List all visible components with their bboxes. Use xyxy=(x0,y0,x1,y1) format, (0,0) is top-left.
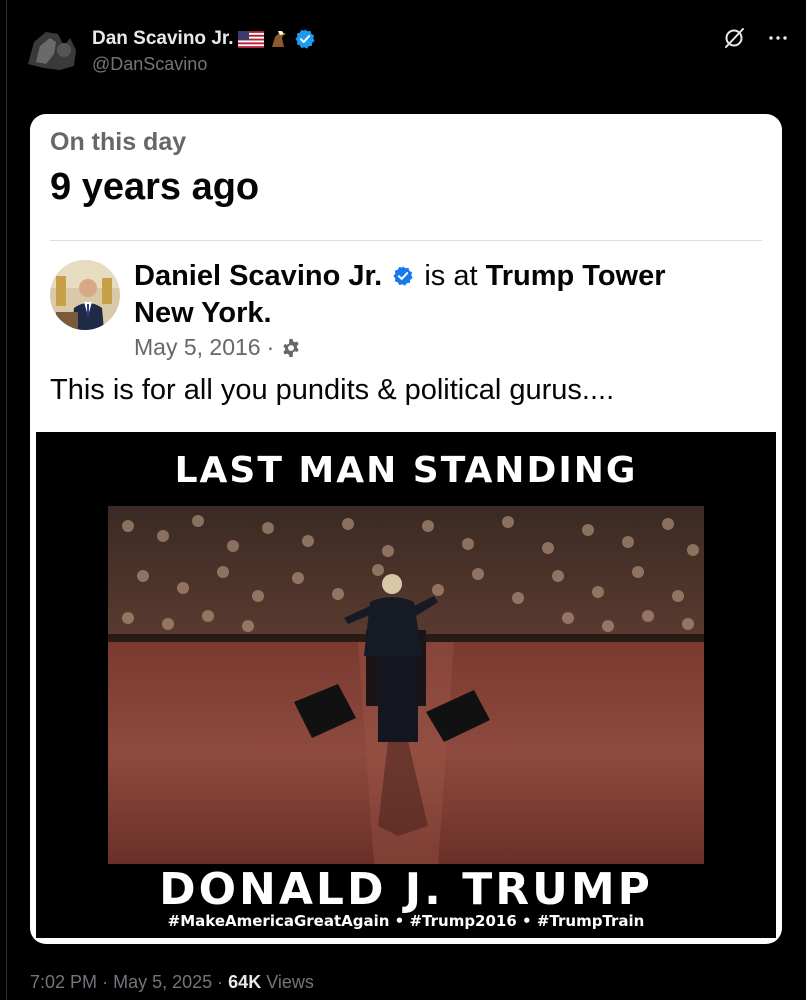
more-icon[interactable] xyxy=(766,26,790,50)
post-meta: May 5, 2016 · xyxy=(134,334,302,361)
footer-separator: · xyxy=(102,972,109,992)
author-handle[interactable]: @DanScavino xyxy=(92,54,207,75)
timeline-border xyxy=(6,0,7,1000)
views-label: Views xyxy=(266,972,314,992)
gear-icon xyxy=(283,338,299,357)
tweet-date[interactable]: May 5, 2025 xyxy=(113,972,212,992)
eagle-icon xyxy=(268,29,288,49)
verified-icon xyxy=(393,266,413,286)
poster-name: DONALD J. TRUMP xyxy=(159,864,653,915)
divider xyxy=(50,240,762,241)
rally-photo xyxy=(108,506,704,864)
is-at-text: is at xyxy=(424,260,478,292)
footer-separator: · xyxy=(217,972,224,992)
poster-hashtags: #MakeAmericaGreatAgain • #Trump2016 • #T… xyxy=(167,912,645,930)
years-ago-heading: 9 years ago xyxy=(50,166,260,208)
memory-label: On this day xyxy=(50,128,187,156)
post-author-avatar xyxy=(50,260,120,330)
post-author-line: Daniel Scavino Jr. is at Trump Tower New… xyxy=(134,258,694,332)
meta-separator: · xyxy=(266,334,275,360)
tweet-time[interactable]: 7:02 PM xyxy=(30,972,97,992)
memory-card-image[interactable]: On this day 9 years ago Daniel Scavino J… xyxy=(30,114,782,944)
poster-title: LAST MAN STANDING xyxy=(174,450,638,491)
verified-icon xyxy=(294,29,315,49)
flag-us-icon xyxy=(237,30,264,48)
poster-image: LAST MAN STANDING DONALD J. TRUMP #MakeA… xyxy=(36,432,776,938)
grok-icon[interactable] xyxy=(722,26,746,50)
post-date: May 5, 2016 xyxy=(134,334,261,360)
author-avatar[interactable] xyxy=(24,24,80,74)
post-text: This is for all you pundits & political … xyxy=(50,374,615,406)
post-author-name: Daniel Scavino Jr. xyxy=(134,260,383,292)
views-count[interactable]: 64K xyxy=(228,972,261,992)
tweet-footer: 7:02 PM · May 5, 2025 · 64K Views xyxy=(30,972,314,993)
tweet-header: Dan Scavino Jr. @DanScavino xyxy=(24,20,790,76)
author-display-name[interactable]: Dan Scavino Jr. xyxy=(92,28,234,50)
